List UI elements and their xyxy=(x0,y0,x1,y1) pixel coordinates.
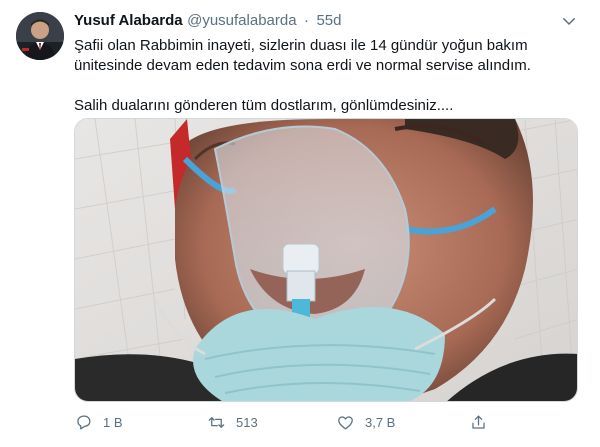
author-handle[interactable]: @yusufalabarda xyxy=(187,12,296,29)
like-icon xyxy=(338,415,353,429)
tweet-actions: 1 B 513 3,7 B xyxy=(74,412,578,434)
tweet-text: Şafii olan Rabbimin inayeti, sizlerin du… xyxy=(74,36,584,116)
share-button[interactable] xyxy=(469,412,498,432)
reply-icon xyxy=(77,415,91,429)
retweet-icon xyxy=(208,416,225,428)
reply-button[interactable]: 1 B xyxy=(74,412,123,432)
like-count: 3,7 B xyxy=(365,414,396,430)
avatar[interactable] xyxy=(16,12,64,60)
tweet-header: Yusuf Alabarda @yusufalabarda · 55d xyxy=(74,12,594,32)
hospital-patient-photo xyxy=(75,119,577,401)
author-name[interactable]: Yusuf Alabarda xyxy=(74,12,183,29)
reply-count: 1 B xyxy=(103,414,123,430)
retweet-button[interactable]: 513 xyxy=(207,412,258,432)
tweet-text-paragraph-1: Şafii olan Rabbimin inayeti, sizlerin du… xyxy=(74,37,531,74)
tweet-text-paragraph-2: Salih dualarını gönderen tüm dostlarım, … xyxy=(74,97,454,114)
separator-dot: · xyxy=(304,12,310,29)
share-icon xyxy=(472,415,485,429)
more-caret-icon[interactable] xyxy=(560,12,578,30)
like-button[interactable]: 3,7 B xyxy=(336,412,395,432)
tweet-card[interactable]: Yusuf Alabarda @yusufalabarda · 55d Şafi… xyxy=(0,0,600,447)
tweet-timestamp[interactable]: 55d xyxy=(316,12,341,29)
avatar-image xyxy=(16,12,64,60)
tweet-photo[interactable] xyxy=(74,118,578,402)
retweet-count: 513 xyxy=(236,414,258,430)
